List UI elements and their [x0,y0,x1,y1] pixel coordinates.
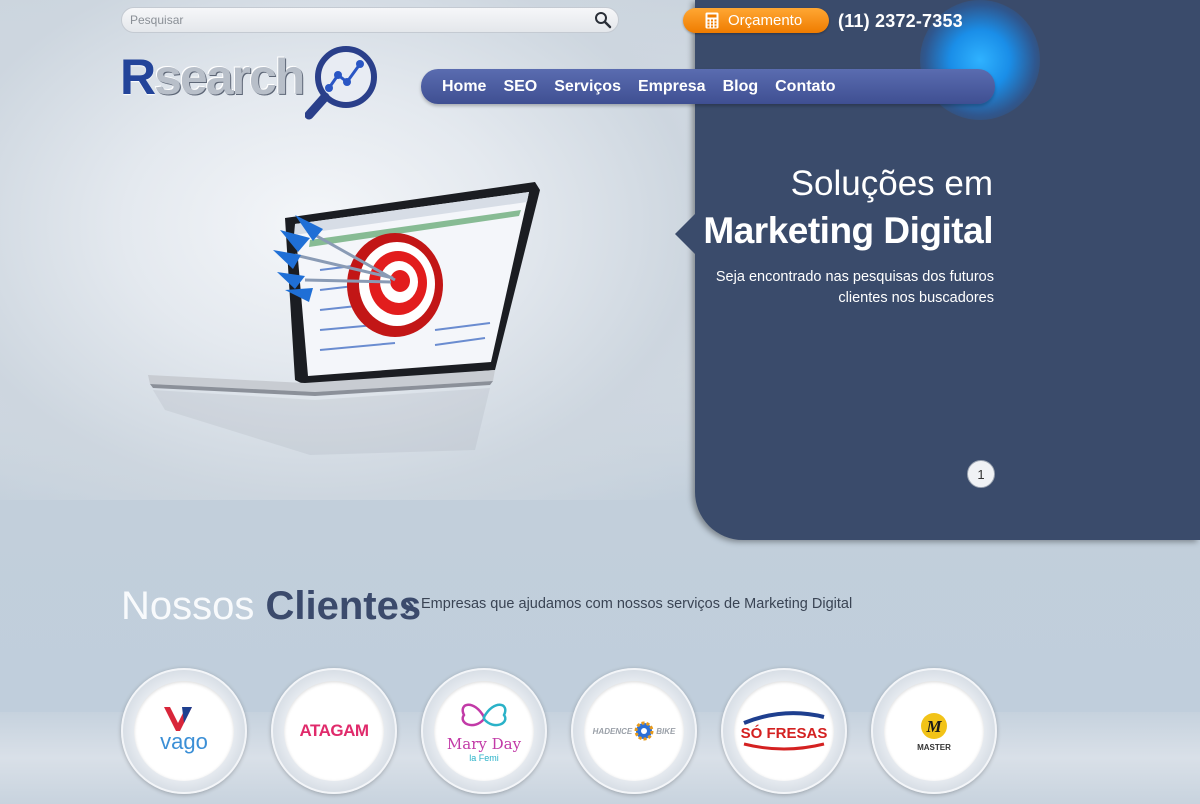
hero-title-line1: Soluções em [790,164,993,203]
main-nav: Home SEO Serviços Empresa Blog Contato [421,69,995,104]
quote-label: Orçamento [728,12,803,29]
client-logo-vago-inner: vago [134,681,234,781]
client-maryday-text: Mary Day [446,735,522,753]
client-logo-vago[interactable]: vago [121,668,247,794]
hero-title-line2: Marketing Digital [703,210,993,251]
client-logo-atagam[interactable]: ATAGAM [271,668,397,794]
clients-title: Nossos Clientes [121,584,421,629]
client-hadence-text: HADENCE [592,726,633,736]
client-logo-master-inner: M MASTER [884,681,984,781]
nav-seo[interactable]: SEO [503,78,537,96]
site-logo[interactable]: R search [120,46,383,129]
search-icon[interactable] [588,8,618,32]
client-logo-sofresas-inner: SÓ FRESAS [734,681,834,781]
logo-search: search [154,49,305,105]
client-logo-hadence[interactable]: HADENCE BIKE [571,668,697,794]
client-logo-maryday[interactable]: Mary Day la Femi [421,668,547,794]
search-input[interactable] [122,8,588,32]
clients-subtitle: Empresas que ajudamos com nossos serviço… [421,596,853,612]
client-master-text: MASTER [917,742,951,752]
client-logo-hadence-inner: HADENCE BIKE [584,681,684,781]
calculator-icon [705,12,719,29]
client-sofresas-text: SÓ FRESAS [740,724,828,742]
swoosh-icon [743,710,825,725]
client-hadence-sub: BIKE [656,726,676,736]
client-logo-atagam-inner: ATAGAM [284,681,384,781]
client-vago-text: vago [160,729,208,754]
client-logo-maryday-inner: Mary Day la Femi [434,681,534,781]
master-m-icon: M [921,712,947,739]
clients-title-light: Nossos [121,584,266,628]
quote-button[interactable]: Orçamento [683,8,829,33]
slide-indicator[interactable]: 1 [967,460,995,488]
nav-servicos[interactable]: Serviços [554,78,621,96]
laptop-target-illustration [145,180,545,465]
swoosh-icon-bottom [743,742,825,750]
client-logo-master[interactable]: M MASTER [871,668,997,794]
nav-empresa[interactable]: Empresa [638,78,706,96]
client-logo-sofresas[interactable]: SÓ FRESAS [721,668,847,794]
nav-contato[interactable]: Contato [775,78,835,96]
hero-panel-notch [675,212,697,256]
search-bar [121,7,619,33]
client-maryday-sub: la Femi [469,753,499,763]
gear-icon [633,720,655,742]
client-atagam-text: ATAGAM [299,721,369,740]
clients-title-bold: Clientes [265,584,422,628]
chevron-right-icon [404,594,414,623]
hero-subtitle: Seja encontrado nas pesquisas dos futuro… [715,269,994,306]
svg-text:M: M [925,717,942,736]
logo-r: R [120,49,156,105]
phone-number: (11) 2372-7353 [838,11,963,31]
nav-blog[interactable]: Blog [723,78,759,96]
butterfly-icon [461,703,507,727]
nav-home[interactable]: Home [442,78,486,96]
magnifier-chart-icon [304,44,383,129]
